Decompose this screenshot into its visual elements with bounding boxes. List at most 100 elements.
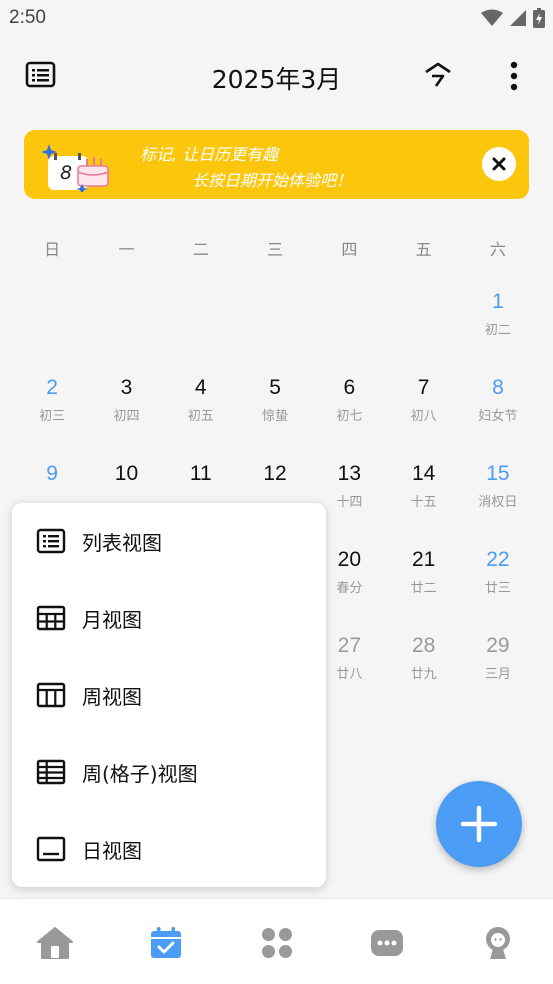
day-number: 11 [189,462,212,485]
today-icon [425,62,451,87]
nav-messages[interactable] [367,923,407,963]
day-cell[interactable]: 4 初五 [164,371,238,457]
day-cell[interactable]: 22 廿三 [461,543,535,629]
day-number: 29 [486,634,510,657]
signal-icon [510,10,526,26]
status-time: 2:50 [9,7,46,28]
lunar-date: 廿二 [410,581,437,596]
lunar-date: 初四 [113,409,140,424]
today-button[interactable] [423,62,453,90]
nav-profile[interactable] [478,923,518,963]
lunar-date: 初二 [484,323,511,338]
day-cell[interactable]: 6 初七 [312,371,386,457]
lunar-date: 廿三 [484,581,511,596]
day-number: 9 [46,462,58,485]
menu-item-week-grid-view[interactable]: 周(格子)视图 [12,742,326,802]
empty-day-cell [164,285,238,371]
lunar-date: 廿九 [410,667,437,682]
day-cell[interactable]: 15 消权日 [461,457,535,543]
day-cell[interactable]: 7 初八 [386,371,460,457]
lunar-date: 初八 [410,409,437,424]
menu-item-label: 月视图 [82,607,142,632]
day-cell[interactable]: 5 惊蛰 [238,371,312,457]
weekday-thu: 四 [341,240,358,259]
add-event-button[interactable] [436,781,522,867]
empty-day-cell [89,285,163,371]
empty-day-cell [312,285,386,371]
weekday-fri: 五 [415,240,432,259]
weekday-sun: 日 [44,240,61,259]
home-icon [37,927,73,959]
day-number: 14 [411,462,436,485]
menu-item-week-view[interactable]: 周视图 [12,665,326,725]
weekday-mon: 一 [118,240,135,259]
month-view-icon [36,605,66,631]
empty-day-cell [386,285,460,371]
list-view-icon [36,528,66,554]
weekday-tue: 二 [192,240,209,259]
more-options-button[interactable] [503,60,525,92]
profile-icon [486,927,510,959]
banner-close-button[interactable] [482,147,516,181]
lunar-date: 初七 [336,409,363,424]
weekday-sat: 六 [489,240,506,259]
bottom-navigation [0,898,553,984]
calendar-cake-illustration: 8 [41,140,112,194]
menu-item-day-view[interactable]: 日视图 [12,819,326,879]
month-title[interactable]: 2025年3月 [0,60,553,96]
banner-line1: 标记, 让日历更有趣 [140,145,279,164]
menu-item-label: 周视图 [82,684,142,709]
day-number: 5 [269,376,281,399]
lunar-date: 消权日 [478,495,518,510]
banner-line2: 长按日期开始体验吧！ [192,171,353,190]
weekday-wed: 三 [267,240,284,259]
wifi-icon [481,9,503,26]
menu-item-label: 列表视图 [82,530,162,555]
day-number: 13 [337,462,362,485]
calendar-icon [151,927,181,958]
day-cell[interactable]: 14 十五 [386,457,460,543]
day-cell[interactable]: 28 廿九 [386,629,460,715]
nav-apps[interactable] [257,923,297,963]
day-cell[interactable]: 1 初二 [461,285,535,371]
empty-day-cell [15,285,89,371]
day-number: 6 [343,376,356,399]
banner-art-number: 8 [60,162,73,184]
weekday-header: 日 一 二 三 四 五 六 [15,236,535,260]
day-number: 7 [417,376,430,399]
apps-icon [262,928,292,958]
menu-item-list-view[interactable]: 列表视图 [12,511,326,571]
system-icons [481,8,545,28]
nav-home[interactable] [35,923,75,963]
view-mode-menu: 列表视图 月视图 周视图 周(格子)视图 日视图 [12,503,326,887]
status-bar: 2:50 [0,0,553,38]
lunar-date: 初五 [187,409,214,424]
tip-banner: 8 标记, 让日历更有趣 长按日期开始体验吧！ [24,130,529,199]
day-number: 22 [486,548,510,571]
menu-item-label: 周(格子)视图 [82,761,198,786]
day-number: 10 [114,462,139,485]
day-cell[interactable]: 2 初三 [15,371,89,457]
lunar-date: 初三 [39,409,66,424]
menu-item-label: 日视图 [82,838,142,863]
day-cell[interactable]: 8 妇女节 [461,371,535,457]
day-number: 15 [486,462,510,485]
top-bar: 2025年3月 [0,48,553,104]
day-number: 3 [120,376,133,399]
lunar-date: 妇女节 [478,409,518,424]
week-view-icon [36,682,66,708]
menu-item-month-view[interactable]: 月视图 [12,588,326,648]
battery-icon [533,8,545,28]
day-cell[interactable]: 21 廿二 [386,543,460,629]
empty-day-cell [238,285,312,371]
day-number: 21 [411,548,436,571]
chat-icon [371,930,403,956]
day-number: 8 [492,376,504,399]
day-number: 4 [194,376,207,399]
plus-icon [460,805,498,843]
day-cell[interactable]: 3 初四 [89,371,163,457]
lunar-date: 十五 [410,495,437,510]
nav-calendar[interactable] [146,923,186,963]
more-vert-icon [510,61,518,91]
day-cell[interactable]: 29 三月 [461,629,535,715]
